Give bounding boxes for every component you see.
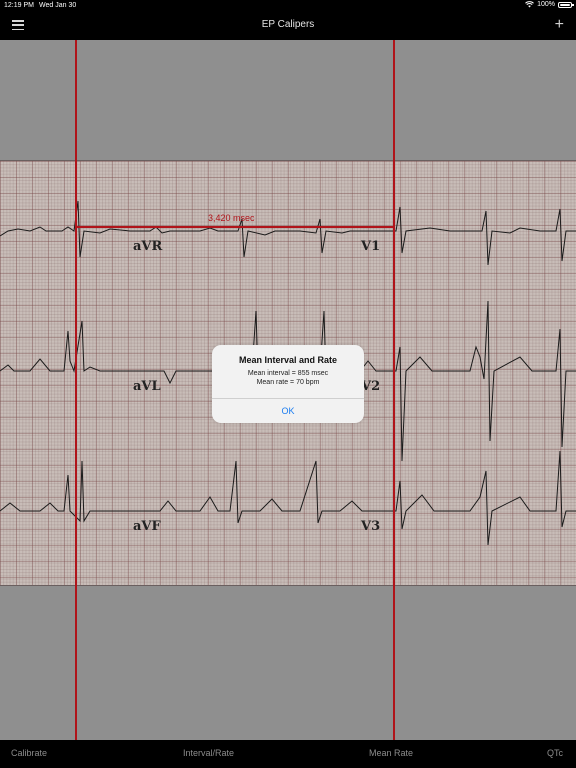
qtc-button[interactable]: QTc <box>547 748 563 758</box>
status-indicators: 100% <box>525 1 574 8</box>
alert-mean-rate: Mean rate = 70 bpm <box>256 379 320 386</box>
bottom-toolbar: Calibrate Interval/Rate Mean Rate QTc <box>0 740 576 768</box>
interval-rate-button[interactable]: Interval/Rate <box>183 748 234 758</box>
calibrate-button[interactable]: Calibrate <box>11 748 47 758</box>
caliper-measurement-label: 3,420 msec <box>208 213 255 223</box>
status-time: 12:19 PM <box>4 2 34 9</box>
status-date: Wed Jan 30 <box>39 2 77 9</box>
lead-label-v1: V1 <box>361 239 381 254</box>
caliper-right-bar[interactable] <box>393 40 395 740</box>
page-title: EP Calipers <box>261 19 315 30</box>
alert-title: Mean Interval and Rate <box>238 355 338 365</box>
plus-icon[interactable]: + <box>555 17 564 33</box>
lead-label-avf: aVF <box>133 519 161 534</box>
wifi-icon <box>525 1 534 8</box>
caliper-crossbar[interactable] <box>75 226 395 228</box>
status-bar: 12:19 PM Wed Jan 30 100% <box>0 0 576 12</box>
lead-label-avr: aVR <box>133 239 163 254</box>
alert-mean-interval: Mean interval = 855 msec <box>247 370 329 377</box>
battery-percent: 100% <box>537 1 555 8</box>
mean-interval-alert: Mean Interval and Rate Mean interval = 8… <box>212 345 364 423</box>
lead-label-avl: aVL <box>133 379 161 394</box>
lead-label-v3: V3 <box>361 519 381 534</box>
caliper-left-bar[interactable] <box>75 40 77 740</box>
alert-ok-button[interactable]: OK <box>212 399 364 423</box>
battery-icon <box>558 1 574 8</box>
mean-rate-button[interactable]: Mean Rate <box>369 748 413 758</box>
navigation-bar: EP Calipers + <box>0 12 576 40</box>
